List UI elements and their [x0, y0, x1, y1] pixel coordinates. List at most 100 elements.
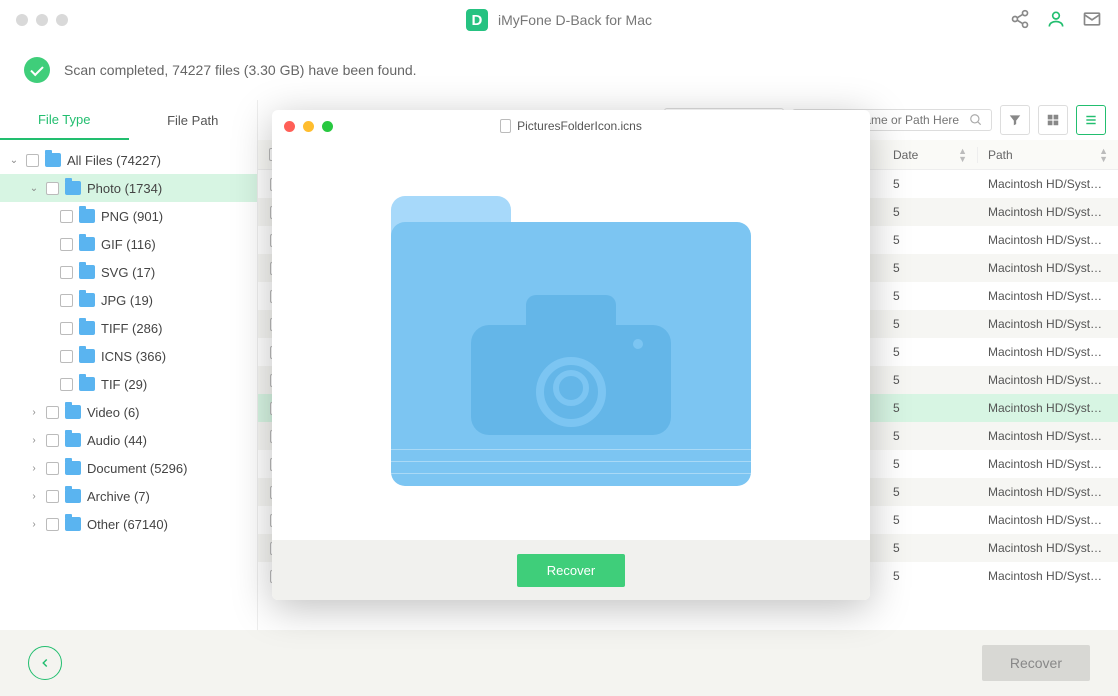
window-zoom-dot[interactable] — [56, 14, 68, 26]
th-path[interactable]: Path▲▼ — [978, 147, 1118, 163]
checkbox[interactable] — [60, 350, 73, 363]
cell-date: 5 — [883, 429, 978, 443]
folder-icon — [79, 293, 95, 307]
tree-item[interactable]: PNG (901) — [0, 202, 257, 230]
folder-icon — [65, 405, 81, 419]
app-logo-icon: D — [466, 9, 488, 31]
tree-label: Other (67140) — [87, 517, 168, 532]
checkbox[interactable] — [46, 490, 59, 503]
tree-label: Video (6) — [87, 405, 140, 420]
checkbox[interactable] — [46, 406, 59, 419]
modal-close-dot[interactable] — [284, 121, 295, 132]
tree-item[interactable]: GIF (116) — [0, 230, 257, 258]
chevron-right-icon[interactable]: › — [28, 491, 40, 502]
chevron-right-icon[interactable]: › — [28, 463, 40, 474]
cell-path: Macintosh HD/System/L... — [978, 485, 1118, 499]
cell-date: 5 — [883, 289, 978, 303]
tree-item-archive[interactable]: ›Archive (7) — [0, 482, 257, 510]
cell-date: 5 — [883, 317, 978, 331]
chevron-right-icon[interactable]: › — [28, 407, 40, 418]
cell-date: 5 — [883, 513, 978, 527]
search-icon[interactable] — [969, 113, 983, 127]
document-icon — [500, 119, 511, 133]
cell-date: 5 — [883, 233, 978, 247]
checkbox[interactable] — [46, 462, 59, 475]
grid-view-icon[interactable] — [1038, 105, 1068, 135]
recover-button-footer[interactable]: Recover — [982, 645, 1090, 681]
success-check-icon — [24, 57, 50, 83]
tree-item-photo[interactable]: ⌄ Photo (1734) — [0, 174, 257, 202]
cell-date: 5 — [883, 177, 978, 191]
folder-icon — [65, 461, 81, 475]
status-message: Scan completed, 74227 files (3.30 GB) ha… — [64, 62, 417, 78]
tree-item[interactable]: SVG (17) — [0, 258, 257, 286]
tree-item-other[interactable]: › Other (67140) — [0, 510, 257, 538]
tree-label: JPG (19) — [101, 293, 153, 308]
checkbox[interactable] — [60, 294, 73, 307]
tree-label: Photo (1734) — [87, 181, 162, 196]
tree-item[interactable]: TIF (29) — [0, 370, 257, 398]
chevron-down-icon[interactable]: ⌄ — [8, 155, 20, 166]
modal-minimize-dot[interactable] — [303, 121, 314, 132]
titlebar: D iMyFone D-Back for Mac — [0, 0, 1118, 40]
modal-titlebar: PicturesFolderIcon.icns — [272, 110, 870, 142]
checkbox[interactable] — [60, 210, 73, 223]
tree-item-all-files[interactable]: ⌄ All Files (74227) — [0, 146, 257, 174]
checkbox[interactable] — [46, 518, 59, 531]
tab-file-type[interactable]: File Type — [0, 100, 129, 140]
cell-path: Macintosh HD/System/L... — [978, 429, 1118, 443]
sidebar-tabs: File Type File Path — [0, 100, 257, 140]
cell-path: Macintosh HD/System/L... — [978, 233, 1118, 247]
tree-item[interactable]: JPG (19) — [0, 286, 257, 314]
chevron-down-icon[interactable]: ⌄ — [28, 183, 40, 194]
folder-icon — [65, 181, 81, 195]
tree-item[interactable]: ICNS (366) — [0, 342, 257, 370]
user-icon[interactable] — [1046, 9, 1066, 32]
checkbox[interactable] — [60, 238, 73, 251]
filter-icon[interactable] — [1000, 105, 1030, 135]
recover-button-modal[interactable]: Recover — [517, 554, 625, 587]
tree-label: ICNS (366) — [101, 349, 166, 364]
checkbox[interactable] — [60, 266, 73, 279]
tree-item[interactable]: TIFF (286) — [0, 314, 257, 342]
cell-date: 5 — [883, 205, 978, 219]
chevron-right-icon[interactable]: › — [28, 435, 40, 446]
th-date[interactable]: Date▲▼ — [883, 147, 978, 163]
modal-zoom-dot[interactable] — [322, 121, 333, 132]
checkbox[interactable] — [60, 322, 73, 335]
preview-modal: PicturesFolderIcon.icns Recover — [272, 110, 870, 600]
share-icon[interactable] — [1010, 9, 1030, 32]
checkbox[interactable] — [60, 378, 73, 391]
tab-file-path[interactable]: File Path — [129, 100, 258, 140]
chevron-right-icon[interactable]: › — [28, 519, 40, 530]
cell-date: 5 — [883, 569, 978, 583]
sidebar: File Type File Path ⌄ All Files (74227) … — [0, 100, 258, 630]
checkbox[interactable] — [26, 154, 39, 167]
modal-footer: Recover — [272, 540, 870, 600]
cell-path: Macintosh HD/System/L... — [978, 177, 1118, 191]
footer: Recover — [0, 630, 1118, 696]
cell-path: Macintosh HD/System/L... — [978, 401, 1118, 415]
tree-item-audio[interactable]: ›Audio (44) — [0, 426, 257, 454]
cell-path: Macintosh HD/System/L... — [978, 457, 1118, 471]
tree-label: TIF (29) — [101, 377, 147, 392]
cell-date: 5 — [883, 541, 978, 555]
back-button[interactable] — [28, 646, 62, 680]
folder-icon — [79, 321, 95, 335]
cell-date: 5 — [883, 485, 978, 499]
cell-path: Macintosh HD/System/L... — [978, 317, 1118, 331]
cell-path: Macintosh HD/System/L... — [978, 261, 1118, 275]
mail-icon[interactable] — [1082, 9, 1102, 32]
tree-item-document[interactable]: ›Document (5296) — [0, 454, 257, 482]
title-center: D iMyFone D-Back for Mac — [0, 9, 1118, 31]
window-close-dot[interactable] — [16, 14, 28, 26]
checkbox[interactable] — [46, 182, 59, 195]
window-minimize-dot[interactable] — [36, 14, 48, 26]
folder-icon — [65, 433, 81, 447]
cell-path: Macintosh HD/System/L... — [978, 345, 1118, 359]
tree-item-video[interactable]: › Video (6) — [0, 398, 257, 426]
tree-label: GIF (116) — [101, 237, 156, 252]
list-view-icon[interactable] — [1076, 105, 1106, 135]
file-tree: ⌄ All Files (74227) ⌄ Photo (1734) PNG (… — [0, 140, 257, 544]
checkbox[interactable] — [46, 434, 59, 447]
